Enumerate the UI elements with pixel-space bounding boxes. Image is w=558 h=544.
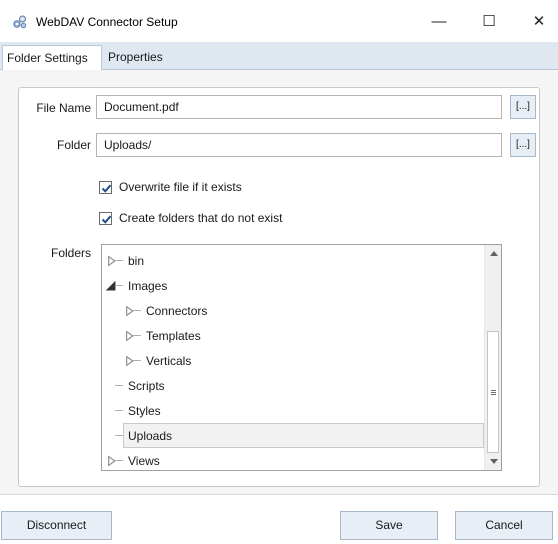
tree-connector	[133, 335, 141, 336]
file-name-input[interactable]: Document.pdf	[96, 95, 502, 119]
tree-connector	[133, 310, 141, 311]
scroll-down-arrow-icon[interactable]	[485, 453, 501, 470]
webdav-setup-window: WebDAV Connector Setup — ☐ ✕ Folder Sett…	[0, 0, 558, 544]
disconnect-button[interactable]: Disconnect	[1, 511, 112, 540]
tree-item-templates[interactable]: Templates	[102, 323, 484, 348]
scroll-up-arrow-icon[interactable]	[485, 245, 501, 262]
file-name-browse-button[interactable]: [...]	[510, 95, 536, 119]
save-button[interactable]: Save	[340, 511, 438, 540]
tree-item-scripts[interactable]: Scripts	[102, 373, 484, 398]
expand-arrow-icon[interactable]	[125, 356, 135, 366]
folder-input[interactable]: Uploads/	[96, 133, 502, 157]
tab-folder-settings[interactable]: Folder Settings	[2, 45, 102, 70]
maximize-icon: ☐	[482, 13, 496, 30]
folders-label: Folders	[50, 246, 91, 260]
tree-item-label: bin	[128, 254, 145, 268]
expand-arrow-icon[interactable]	[107, 256, 117, 266]
maximize-button[interactable]: ☐	[466, 0, 512, 42]
window-title: WebDAV Connector Setup	[36, 15, 178, 29]
tree-connector	[115, 460, 123, 461]
tree-item-verticals[interactable]: Verticals	[102, 348, 484, 373]
close-button[interactable]: ✕	[516, 0, 558, 42]
app-gears-icon	[12, 14, 28, 30]
scrollbar-grip	[491, 394, 496, 395]
tree-item-connectors[interactable]: Connectors	[102, 298, 484, 323]
expand-arrow-icon[interactable]	[125, 306, 135, 316]
dialog-footer: Disconnect Save Cancel	[0, 494, 558, 544]
tree-item-label: Scripts	[128, 379, 165, 393]
tree-item-uploads[interactable]: Uploads	[102, 423, 484, 448]
overwrite-checkbox-label: Overwrite file if it exists	[119, 180, 242, 194]
folder-label: Folder	[56, 138, 91, 152]
minimize-button[interactable]: —	[416, 0, 462, 42]
tab-content: File Name Document.pdf [...] Folder Uplo…	[0, 70, 558, 494]
tree-item-label: Uploads	[128, 429, 173, 443]
tree-item-label: Templates	[146, 329, 201, 343]
scrollbar-thumb[interactable]	[487, 331, 499, 453]
collapse-arrow-icon[interactable]	[106, 281, 116, 291]
expand-arrow-icon[interactable]	[107, 456, 117, 466]
tree-item-label: Styles	[128, 404, 161, 418]
tree-connector	[115, 285, 123, 286]
selection-highlight	[123, 423, 484, 448]
tree-item-styles[interactable]: Styles	[102, 398, 484, 423]
tree-connector	[115, 410, 123, 411]
create-folders-checkbox-label: Create folders that do not exist	[119, 211, 283, 225]
tree-connector	[115, 260, 123, 261]
tab-properties[interactable]: Properties	[104, 45, 174, 70]
close-icon: ✕	[532, 13, 546, 30]
tree-item-label: Verticals	[146, 354, 192, 368]
overwrite-checkbox-row[interactable]: Overwrite file if it exists	[99, 179, 242, 195]
tree-item-images[interactable]: Images	[102, 273, 484, 298]
overwrite-checkbox[interactable]	[99, 180, 112, 194]
tree-connector	[115, 435, 123, 436]
tree-item-label: Views	[128, 454, 160, 468]
tree-item-label: Connectors	[146, 304, 208, 318]
checkmark-icon	[101, 184, 112, 193]
tree-connector	[115, 385, 123, 386]
create-folders-checkbox[interactable]	[99, 211, 112, 225]
folders-tree[interactable]: bin Images Connectors Templates Vertical…	[101, 244, 502, 471]
scrollbar-grip	[491, 392, 496, 393]
file-name-label: File Name	[36, 101, 91, 115]
tab-strip: Folder Settings Properties	[0, 42, 558, 70]
expand-arrow-icon[interactable]	[125, 331, 135, 341]
folder-settings-group: File Name Document.pdf [...] Folder Uplo…	[18, 87, 540, 487]
scrollbar-grip	[491, 390, 496, 391]
tree-item-views[interactable]: Views	[102, 448, 484, 470]
tree-vertical-scrollbar[interactable]	[484, 245, 501, 470]
folder-browse-button[interactable]: [...]	[510, 133, 536, 157]
minimize-icon: —	[431, 12, 447, 30]
checkmark-icon	[101, 215, 112, 224]
tree-connector	[133, 360, 141, 361]
tree-item-bin[interactable]: bin	[102, 248, 484, 273]
title-bar: WebDAV Connector Setup — ☐ ✕	[0, 0, 558, 42]
cancel-button[interactable]: Cancel	[455, 511, 553, 540]
create-folders-checkbox-row[interactable]: Create folders that do not exist	[99, 210, 282, 226]
tree-item-label: Images	[128, 279, 168, 293]
